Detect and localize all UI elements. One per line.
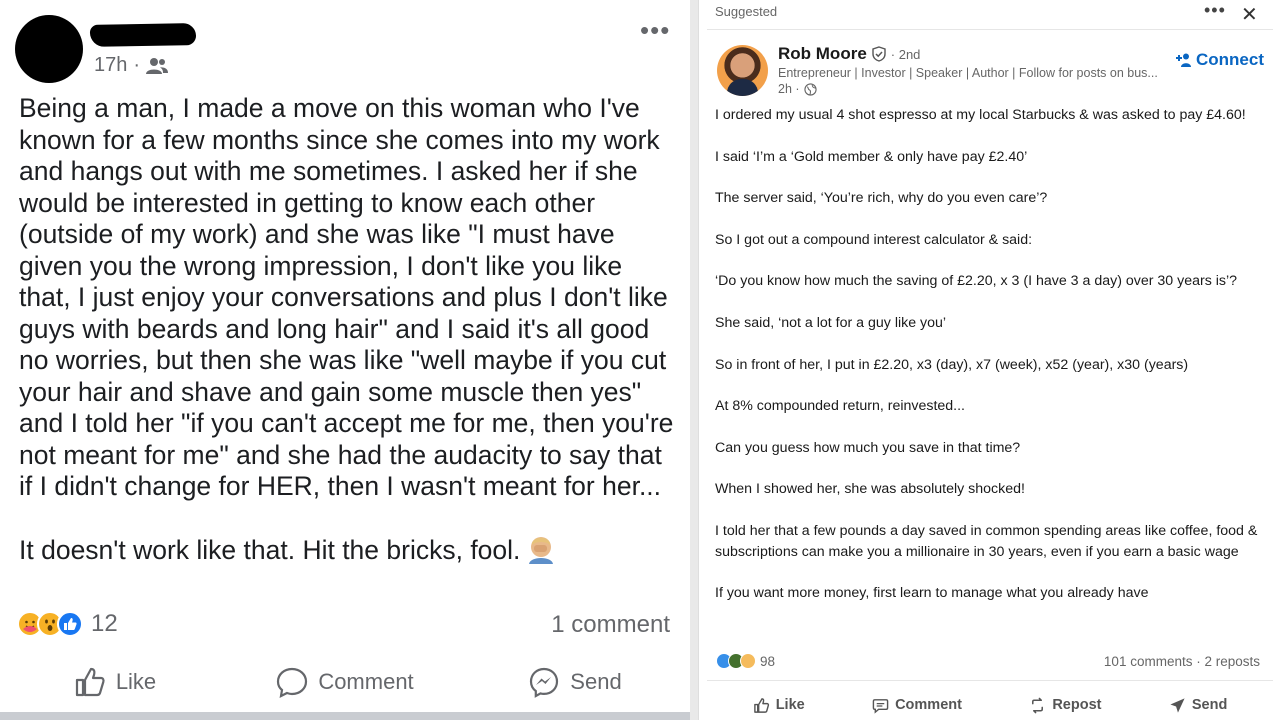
post-paragraph: If you want more money, first learn to m… (715, 585, 1149, 602)
speech-bubble-icon (277, 667, 308, 698)
repost-button[interactable]: Repost (1029, 692, 1101, 718)
send-label: Send (570, 669, 622, 694)
send-label: Send (1191, 697, 1228, 713)
post-actions: Like Comment Send (0, 660, 690, 704)
comment-button[interactable]: Comment (230, 660, 460, 704)
post-paragraph: The server said, ‘You’re rich, why do yo… (715, 190, 1048, 207)
post-timestamp: 2h · (778, 82, 800, 96)
post-paragraph: So in front of her, I put in £2.20, x3 (… (715, 356, 1189, 373)
post-time: 2h · (778, 82, 817, 96)
reaction-count: 98 (760, 653, 776, 669)
more-options-icon[interactable]: ••• (1204, 0, 1226, 21)
comment-button[interactable]: Comment (872, 692, 962, 718)
like-label: Like (775, 697, 805, 713)
post-paragraph: I said ‘I’m a ‘Gold member & only have p… (715, 148, 1028, 165)
post-paragraph: When I showed her, she was absolutely sh… (715, 481, 1025, 498)
connection-degree: · 2nd (890, 46, 921, 62)
post-paragraph: Can you guess how much you save in that … (715, 439, 1021, 456)
post-paragraph: So I got out a compound interest calcula… (715, 231, 1033, 248)
messenger-icon (530, 667, 559, 698)
thumbs-up-icon (753, 697, 769, 713)
post-paragraph: ‘Do you know how much the saving of £2.2… (715, 273, 1238, 290)
reaction-summary[interactable]: 98 (716, 653, 775, 669)
post-timestamp[interactable]: 17h (94, 54, 127, 77)
send-button[interactable]: Send (460, 660, 690, 704)
like-reaction-icon (57, 611, 83, 637)
facepalm-emoji-icon (529, 536, 554, 564)
friends-icon[interactable] (146, 57, 169, 75)
post-actions: Like Comment Repost Send (699, 692, 1280, 718)
author-name-row: Rob Moore · 2nd (778, 44, 920, 64)
post-body: I ordered my usual 4 shot espresso at my… (715, 105, 1265, 604)
post-meta: 17h · (94, 54, 169, 77)
engagement-stats[interactable]: 101 comments · 2 reposts (1104, 654, 1260, 669)
divider (0, 712, 690, 720)
facebook-post: 17h · ••• Being a man, I made a move on … (0, 0, 690, 720)
like-label: Like (115, 669, 157, 694)
suggested-label: Suggested (715, 4, 778, 19)
post-body: Being a man, I made a move on this woman… (19, 93, 679, 566)
author-name-redacted[interactable] (89, 23, 197, 47)
connect-button[interactable]: Connect (1176, 50, 1264, 70)
send-button[interactable]: Send (1169, 692, 1227, 718)
author-name[interactable]: Rob Moore (778, 44, 867, 64)
post-paragraph: I told her that a few pounds a day saved… (715, 522, 1258, 560)
repost-label: Repost (1052, 697, 1102, 713)
image-divider (690, 0, 698, 720)
divider (707, 29, 1273, 30)
repost-icon (1032, 697, 1044, 713)
author-headline[interactable]: Entrepreneur | Investor | Speaker | Auth… (778, 66, 1168, 80)
connect-label: Connect (1196, 50, 1264, 69)
post-paragraph: It doesn't work like that. Hit the brick… (19, 534, 679, 567)
close-icon[interactable]: ✕ (1241, 2, 1258, 27)
reaction-count[interactable]: 12 (91, 610, 118, 638)
post-paragraph: At 8% compounded return, reinvested... (715, 398, 965, 415)
comment-icon (872, 698, 889, 714)
more-options-icon[interactable]: ••• (640, 17, 670, 43)
post-paragraph: She said, ‘not a lot for a guy like you’ (715, 314, 947, 331)
insightful-reaction-icon (740, 653, 756, 669)
paper-plane-icon (1170, 697, 1185, 713)
globe-icon (803, 82, 817, 96)
post-paragraph: Being a man, I made a move on this woman… (19, 93, 674, 501)
linkedin-post: Suggested ••• ✕ Rob Moore · 2nd Entrepre… (698, 0, 1280, 720)
divider (707, 680, 1273, 681)
comment-count[interactable]: 1 comment (551, 611, 670, 639)
comment-label: Comment (895, 697, 962, 713)
author-avatar[interactable] (717, 45, 768, 96)
reaction-summary[interactable]: 12 (17, 610, 118, 638)
add-person-icon (1176, 53, 1191, 67)
thumbs-up-icon (75, 667, 105, 697)
like-button[interactable]: Like (0, 660, 230, 704)
like-button[interactable]: Like (753, 692, 805, 718)
comment-label: Comment (318, 669, 414, 694)
post-paragraph: I ordered my usual 4 shot espresso at my… (715, 107, 1246, 123)
author-avatar-redacted[interactable] (15, 15, 83, 83)
verified-shield-icon (872, 46, 886, 62)
